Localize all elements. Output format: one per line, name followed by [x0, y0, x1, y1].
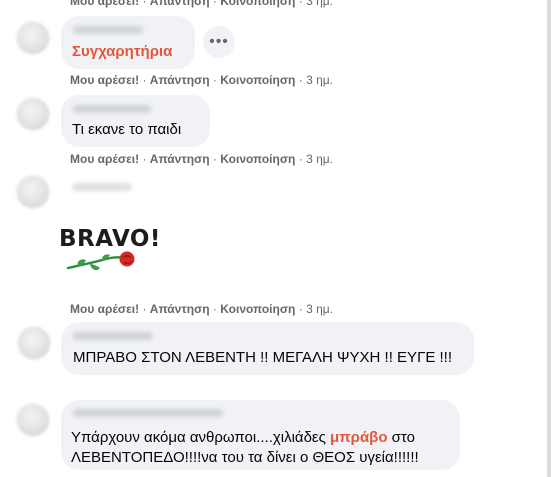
comment-time[interactable]: 3 ημ. — [306, 73, 333, 87]
share-link[interactable]: Κοινοποίηση — [220, 73, 295, 87]
rose-icon — [66, 251, 135, 271]
avatar[interactable] — [17, 98, 49, 130]
comment-bubble: Τι εκανε το παιδι — [61, 95, 210, 147]
comment-text: ΜΠΡΑΒΟ ΣΤΟΝ ΛΕΒΕΝΤΗ !! ΜΕΓΑΛΗ ΨΥΧΗ !! ΕΥ… — [73, 349, 452, 366]
commenter-name[interactable] — [72, 183, 132, 191]
comment-actions: Μου αρέσει! · Απάντηση · Κοινοποίηση · 3… — [70, 302, 334, 316]
like-link[interactable]: Μου αρέσει! — [70, 152, 139, 166]
comment-time[interactable]: 3 ημ. — [306, 302, 333, 316]
comment-actions: Μου αρέσει! · Απάντηση · Κοινοποίηση · 3… — [70, 73, 334, 87]
comment-bubble: Συγχαρητήρια — [61, 16, 195, 69]
scrollbar-edge[interactable] — [547, 0, 551, 477]
like-link[interactable]: Μου αρέσει! — [70, 73, 139, 87]
reply-link[interactable]: Απάντηση — [150, 152, 210, 166]
comment-time[interactable]: 3 ημ. — [306, 0, 333, 8]
avatar[interactable] — [18, 327, 50, 359]
share-link[interactable]: Κοινοποίηση — [220, 0, 295, 8]
comment-text: Συγχαρητήρια — [72, 43, 173, 60]
reply-link[interactable]: Απάντηση — [150, 0, 210, 8]
comment-bubble: Υπάρχουν ακόμα ανθρωποι....χιλιάδες μπρά… — [61, 400, 460, 470]
more-options-button[interactable]: ••• — [203, 26, 235, 58]
comment-text: Τι εκανε το παιδι — [72, 121, 182, 138]
reply-link[interactable]: Απάντηση — [150, 73, 210, 87]
comment-text-line-2: ΛΕΒΕΝΤΟΠΕΔΟ!!!!να του τα δίνει ο ΘΕΟΣ υγ… — [71, 449, 419, 466]
comment-text-line-1: Υπάρχουν ακόμα ανθρωποι....χιλιάδες μπρά… — [71, 429, 415, 446]
highlighted-word: μπράβο — [330, 429, 388, 446]
share-link[interactable]: Κοινοποίηση — [220, 152, 295, 166]
sticker: BRAVO! — [56, 220, 166, 280]
like-link[interactable]: Μου αρέσει! — [70, 302, 139, 316]
commenter-name[interactable] — [73, 105, 151, 113]
avatar[interactable] — [17, 404, 49, 436]
like-link[interactable]: Μου αρέσει! — [70, 0, 139, 8]
commenter-name[interactable] — [73, 332, 153, 340]
share-link[interactable]: Κοινοποίηση — [220, 302, 295, 316]
comment-bubble: ΜΠΡΑΒΟ ΣΤΟΝ ΛΕΒΕΝΤΗ !! ΜΕΓΑΛΗ ΨΥΧΗ !! ΕΥ… — [61, 322, 474, 375]
sticker-text: BRAVO! — [59, 226, 161, 252]
reply-link[interactable]: Απάντηση — [150, 302, 210, 316]
comment-actions: Μου αρέσει! · Απάντηση · Κοινοποίηση · 3… — [70, 0, 333, 9]
avatar[interactable] — [17, 22, 49, 54]
commenter-name[interactable] — [73, 26, 143, 34]
comment-time[interactable]: 3 ημ. — [306, 152, 333, 166]
commenter-name[interactable] — [73, 409, 223, 417]
avatar[interactable] — [17, 176, 49, 208]
comment-actions: Μου αρέσει! · Απάντηση · Κοινοποίηση · 3… — [70, 152, 334, 166]
more-horizontal-icon: ••• — [209, 33, 229, 50]
